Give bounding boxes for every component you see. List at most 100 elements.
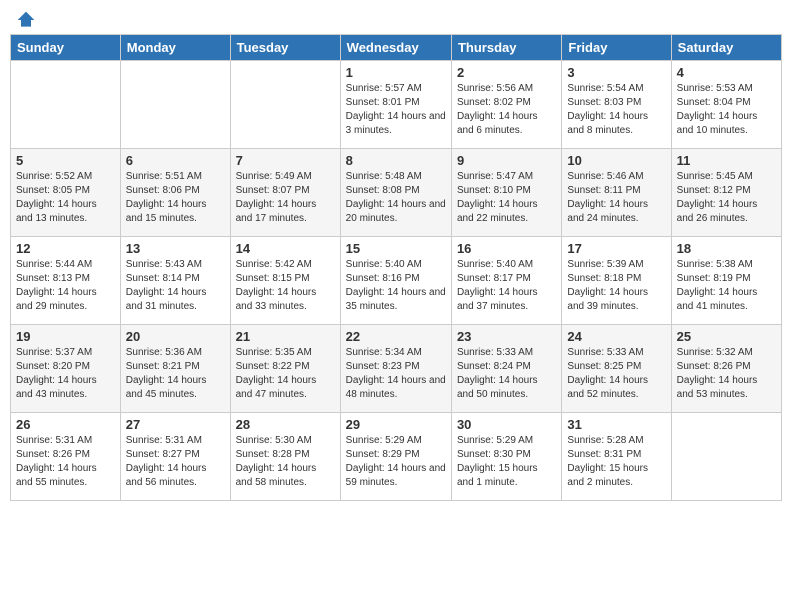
calendar-cell: 1 Sunrise: 5:57 AM Sunset: 8:01 PM Dayli… xyxy=(340,61,451,149)
calendar-cell: 31 Sunrise: 5:28 AM Sunset: 8:31 PM Dayl… xyxy=(562,413,671,501)
cell-info: Sunrise: 5:43 AM Sunset: 8:14 PM Dayligh… xyxy=(126,258,225,314)
day-number: 12 xyxy=(16,241,115,256)
cell-info: Sunrise: 5:46 AM Sunset: 8:11 PM Dayligh… xyxy=(567,170,665,226)
weekday-header-friday: Friday xyxy=(562,35,671,61)
calendar-cell: 6 Sunrise: 5:51 AM Sunset: 8:06 PM Dayli… xyxy=(120,149,230,237)
day-number: 21 xyxy=(236,329,335,344)
calendar-cell: 4 Sunrise: 5:53 AM Sunset: 8:04 PM Dayli… xyxy=(671,61,781,149)
day-number: 27 xyxy=(126,417,225,432)
cell-info: Sunrise: 5:52 AM Sunset: 8:05 PM Dayligh… xyxy=(16,170,115,226)
cell-info: Sunrise: 5:37 AM Sunset: 8:20 PM Dayligh… xyxy=(16,346,115,402)
day-number: 29 xyxy=(346,417,446,432)
cell-info: Sunrise: 5:49 AM Sunset: 8:07 PM Dayligh… xyxy=(236,170,335,226)
day-number: 20 xyxy=(126,329,225,344)
cell-info: Sunrise: 5:33 AM Sunset: 8:24 PM Dayligh… xyxy=(457,346,556,402)
day-number: 4 xyxy=(677,65,776,80)
calendar-cell: 2 Sunrise: 5:56 AM Sunset: 8:02 PM Dayli… xyxy=(451,61,561,149)
cell-info: Sunrise: 5:35 AM Sunset: 8:22 PM Dayligh… xyxy=(236,346,335,402)
day-number: 16 xyxy=(457,241,556,256)
calendar-cell: 17 Sunrise: 5:39 AM Sunset: 8:18 PM Dayl… xyxy=(562,237,671,325)
day-number: 10 xyxy=(567,153,665,168)
calendar-header-row: SundayMondayTuesdayWednesdayThursdayFrid… xyxy=(11,35,782,61)
cell-info: Sunrise: 5:29 AM Sunset: 8:29 PM Dayligh… xyxy=(346,434,446,490)
calendar-cell: 8 Sunrise: 5:48 AM Sunset: 8:08 PM Dayli… xyxy=(340,149,451,237)
calendar-week-2: 5 Sunrise: 5:52 AM Sunset: 8:05 PM Dayli… xyxy=(11,149,782,237)
calendar-cell: 27 Sunrise: 5:31 AM Sunset: 8:27 PM Dayl… xyxy=(120,413,230,501)
calendar-cell: 10 Sunrise: 5:46 AM Sunset: 8:11 PM Dayl… xyxy=(562,149,671,237)
day-number: 1 xyxy=(346,65,446,80)
calendar-cell xyxy=(11,61,121,149)
logo-icon xyxy=(16,10,36,30)
calendar-cell: 21 Sunrise: 5:35 AM Sunset: 8:22 PM Dayl… xyxy=(230,325,340,413)
calendar-week-3: 12 Sunrise: 5:44 AM Sunset: 8:13 PM Dayl… xyxy=(11,237,782,325)
cell-info: Sunrise: 5:57 AM Sunset: 8:01 PM Dayligh… xyxy=(346,82,446,138)
calendar-cell: 9 Sunrise: 5:47 AM Sunset: 8:10 PM Dayli… xyxy=(451,149,561,237)
calendar-week-5: 26 Sunrise: 5:31 AM Sunset: 8:26 PM Dayl… xyxy=(11,413,782,501)
day-number: 2 xyxy=(457,65,556,80)
logo xyxy=(14,10,36,26)
calendar-cell: 13 Sunrise: 5:43 AM Sunset: 8:14 PM Dayl… xyxy=(120,237,230,325)
calendar-cell xyxy=(671,413,781,501)
day-number: 11 xyxy=(677,153,776,168)
day-number: 5 xyxy=(16,153,115,168)
cell-info: Sunrise: 5:45 AM Sunset: 8:12 PM Dayligh… xyxy=(677,170,776,226)
calendar-cell: 12 Sunrise: 5:44 AM Sunset: 8:13 PM Dayl… xyxy=(11,237,121,325)
weekday-header-saturday: Saturday xyxy=(671,35,781,61)
calendar-cell: 5 Sunrise: 5:52 AM Sunset: 8:05 PM Dayli… xyxy=(11,149,121,237)
calendar-cell: 29 Sunrise: 5:29 AM Sunset: 8:29 PM Dayl… xyxy=(340,413,451,501)
cell-info: Sunrise: 5:42 AM Sunset: 8:15 PM Dayligh… xyxy=(236,258,335,314)
cell-info: Sunrise: 5:34 AM Sunset: 8:23 PM Dayligh… xyxy=(346,346,446,402)
calendar-cell: 16 Sunrise: 5:40 AM Sunset: 8:17 PM Dayl… xyxy=(451,237,561,325)
day-number: 25 xyxy=(677,329,776,344)
weekday-header-sunday: Sunday xyxy=(11,35,121,61)
calendar-cell: 23 Sunrise: 5:33 AM Sunset: 8:24 PM Dayl… xyxy=(451,325,561,413)
calendar-cell: 11 Sunrise: 5:45 AM Sunset: 8:12 PM Dayl… xyxy=(671,149,781,237)
cell-info: Sunrise: 5:48 AM Sunset: 8:08 PM Dayligh… xyxy=(346,170,446,226)
cell-info: Sunrise: 5:29 AM Sunset: 8:30 PM Dayligh… xyxy=(457,434,556,490)
day-number: 14 xyxy=(236,241,335,256)
calendar-cell: 14 Sunrise: 5:42 AM Sunset: 8:15 PM Dayl… xyxy=(230,237,340,325)
calendar-cell: 15 Sunrise: 5:40 AM Sunset: 8:16 PM Dayl… xyxy=(340,237,451,325)
day-number: 30 xyxy=(457,417,556,432)
day-number: 23 xyxy=(457,329,556,344)
cell-info: Sunrise: 5:54 AM Sunset: 8:03 PM Dayligh… xyxy=(567,82,665,138)
calendar-cell: 30 Sunrise: 5:29 AM Sunset: 8:30 PM Dayl… xyxy=(451,413,561,501)
day-number: 3 xyxy=(567,65,665,80)
cell-info: Sunrise: 5:47 AM Sunset: 8:10 PM Dayligh… xyxy=(457,170,556,226)
cell-info: Sunrise: 5:44 AM Sunset: 8:13 PM Dayligh… xyxy=(16,258,115,314)
calendar-cell: 28 Sunrise: 5:30 AM Sunset: 8:28 PM Dayl… xyxy=(230,413,340,501)
calendar-cell: 7 Sunrise: 5:49 AM Sunset: 8:07 PM Dayli… xyxy=(230,149,340,237)
calendar-cell: 3 Sunrise: 5:54 AM Sunset: 8:03 PM Dayli… xyxy=(562,61,671,149)
cell-info: Sunrise: 5:53 AM Sunset: 8:04 PM Dayligh… xyxy=(677,82,776,138)
cell-info: Sunrise: 5:40 AM Sunset: 8:16 PM Dayligh… xyxy=(346,258,446,314)
day-number: 17 xyxy=(567,241,665,256)
calendar-cell: 22 Sunrise: 5:34 AM Sunset: 8:23 PM Dayl… xyxy=(340,325,451,413)
day-number: 19 xyxy=(16,329,115,344)
day-number: 31 xyxy=(567,417,665,432)
cell-info: Sunrise: 5:32 AM Sunset: 8:26 PM Dayligh… xyxy=(677,346,776,402)
cell-info: Sunrise: 5:33 AM Sunset: 8:25 PM Dayligh… xyxy=(567,346,665,402)
calendar-cell: 25 Sunrise: 5:32 AM Sunset: 8:26 PM Dayl… xyxy=(671,325,781,413)
cell-info: Sunrise: 5:39 AM Sunset: 8:18 PM Dayligh… xyxy=(567,258,665,314)
day-number: 15 xyxy=(346,241,446,256)
day-number: 22 xyxy=(346,329,446,344)
calendar-table: SundayMondayTuesdayWednesdayThursdayFrid… xyxy=(10,34,782,501)
calendar-week-1: 1 Sunrise: 5:57 AM Sunset: 8:01 PM Dayli… xyxy=(11,61,782,149)
cell-info: Sunrise: 5:38 AM Sunset: 8:19 PM Dayligh… xyxy=(677,258,776,314)
calendar-cell xyxy=(230,61,340,149)
cell-info: Sunrise: 5:51 AM Sunset: 8:06 PM Dayligh… xyxy=(126,170,225,226)
weekday-header-wednesday: Wednesday xyxy=(340,35,451,61)
day-number: 24 xyxy=(567,329,665,344)
calendar-cell: 20 Sunrise: 5:36 AM Sunset: 8:21 PM Dayl… xyxy=(120,325,230,413)
day-number: 7 xyxy=(236,153,335,168)
cell-info: Sunrise: 5:28 AM Sunset: 8:31 PM Dayligh… xyxy=(567,434,665,490)
day-number: 18 xyxy=(677,241,776,256)
calendar-cell xyxy=(120,61,230,149)
calendar-cell: 26 Sunrise: 5:31 AM Sunset: 8:26 PM Dayl… xyxy=(11,413,121,501)
day-number: 8 xyxy=(346,153,446,168)
weekday-header-tuesday: Tuesday xyxy=(230,35,340,61)
weekday-header-thursday: Thursday xyxy=(451,35,561,61)
cell-info: Sunrise: 5:36 AM Sunset: 8:21 PM Dayligh… xyxy=(126,346,225,402)
day-number: 13 xyxy=(126,241,225,256)
page-header xyxy=(10,10,782,26)
